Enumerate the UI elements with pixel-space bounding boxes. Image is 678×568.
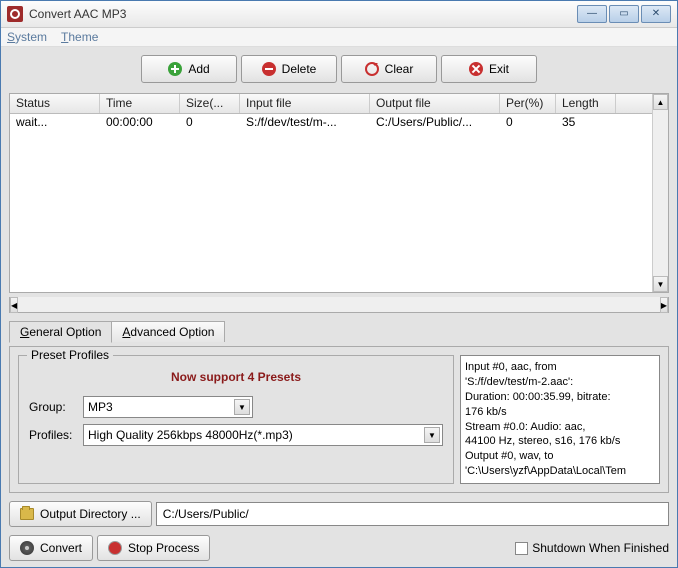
info-line: 'C:\Users\yzf\AppData\Local\Tem [465,464,655,479]
convert-label: Convert [40,541,82,555]
content-area: Add Delete Clear Exit Status Time Size(.… [1,47,677,567]
shutdown-checkbox[interactable]: Shutdown When Finished [515,541,669,555]
delete-label: Delete [282,62,317,76]
cell-size: 0 [180,114,240,132]
convert-button[interactable]: Convert [9,535,93,561]
horizontal-scrollbar[interactable]: ◀ ▶ [9,297,669,313]
col-time[interactable]: Time [100,94,180,113]
preset-legend: Preset Profiles [27,348,113,362]
cell-input: S:/f/dev/test/m-... [240,114,370,132]
group-label: Group: [29,400,79,414]
cell-output: C:/Users/Public/... [370,114,500,132]
window-title: Convert AAC MP3 [29,7,575,21]
tab-general[interactable]: General Option [9,321,112,343]
scroll-up-icon[interactable]: ▲ [653,94,668,110]
exit-button[interactable]: Exit [441,55,537,83]
vertical-scrollbar[interactable]: ▲ ▼ [652,94,668,292]
refresh-icon [365,62,379,76]
checkbox-icon [515,542,528,555]
tab-advanced[interactable]: Advanced Option [111,321,225,342]
tab-content: Preset Profiles Now support 4 Presets Gr… [9,346,669,493]
info-line: 'S:/f/dev/test/m-2.aac': [465,375,655,390]
info-line: Output #0, wav, to [465,449,655,464]
app-icon [7,6,23,22]
profiles-select[interactable]: High Quality 256kbps 48000Hz(*.mp3) ▼ [83,424,443,446]
action-row: Convert Stop Process Shutdown When Finis… [9,535,669,561]
preset-message: Now support 4 Presets [29,370,443,384]
minimize-button[interactable]: — [577,5,607,23]
disc-icon [20,541,34,555]
info-line: 176 kb/s [465,405,655,420]
col-length[interactable]: Length [556,94,616,113]
output-path-value: C:/Users/Public/ [163,507,249,521]
info-line: Input #0, aac, from [465,360,655,375]
titlebar: Convert AAC MP3 — ▭ ✕ [1,1,677,28]
app-window: Convert AAC MP3 — ▭ ✕ System Theme Add D… [0,0,678,568]
clear-label: Clear [385,62,414,76]
shutdown-label: Shutdown When Finished [532,541,669,555]
file-table: Status Time Size(... Input file Output f… [9,93,669,293]
scroll-right-icon[interactable]: ▶ [660,297,668,313]
delete-button[interactable]: Delete [241,55,337,83]
profiles-value: High Quality 256kbps 48000Hz(*.mp3) [88,428,293,442]
stop-label: Stop Process [128,541,199,555]
output-row: Output Directory ... C:/Users/Public/ [9,501,669,527]
scroll-left-icon[interactable]: ◀ [10,297,18,313]
profiles-label: Profiles: [29,428,79,442]
menubar: System Theme [1,28,677,47]
maximize-button[interactable]: ▭ [609,5,639,23]
group-value: MP3 [88,400,113,414]
cell-per: 0 [500,114,556,132]
add-label: Add [188,62,209,76]
x-icon [469,62,483,76]
plus-icon [168,62,182,76]
preset-fieldset: Preset Profiles Now support 4 Presets Gr… [18,355,454,484]
chevron-down-icon: ▼ [424,427,440,443]
cell-time: 00:00:00 [100,114,180,132]
group-select[interactable]: MP3 ▼ [83,396,253,418]
toolbar: Add Delete Clear Exit [9,53,669,89]
output-dir-button[interactable]: Output Directory ... [9,501,152,527]
menu-theme[interactable]: Theme [61,30,98,44]
output-dir-label: Output Directory ... [40,507,141,521]
chevron-down-icon: ▼ [234,399,250,415]
clear-button[interactable]: Clear [341,55,437,83]
media-info: Input #0, aac, from 'S:/f/dev/test/m-2.a… [460,355,660,484]
menu-system[interactable]: System [7,30,47,44]
col-per[interactable]: Per(%) [500,94,556,113]
info-line: 44100 Hz, stereo, s16, 176 kb/s [465,434,655,449]
close-button[interactable]: ✕ [641,5,671,23]
add-button[interactable]: Add [141,55,237,83]
output-path-input[interactable]: C:/Users/Public/ [156,502,669,526]
cell-length: 35 [556,114,616,132]
info-line: Duration: 00:00:35.99, bitrate: [465,390,655,405]
table-row[interactable]: wait... 00:00:00 0 S:/f/dev/test/m-... C… [10,114,652,132]
scroll-down-icon[interactable]: ▼ [653,276,668,292]
cell-status: wait... [10,114,100,132]
exit-label: Exit [489,62,509,76]
minus-icon [262,62,276,76]
scroll-track[interactable] [653,110,668,276]
tabs: General Option Advanced Option [9,321,669,342]
table-header: Status Time Size(... Input file Output f… [10,94,652,114]
window-buttons: — ▭ ✕ [575,5,671,23]
col-input[interactable]: Input file [240,94,370,113]
info-line: Stream #0.0: Audio: aac, [465,420,655,435]
folder-icon [20,508,34,520]
col-output[interactable]: Output file [370,94,500,113]
stop-icon [108,541,122,555]
col-size[interactable]: Size(... [180,94,240,113]
col-status[interactable]: Status [10,94,100,113]
hscroll-track[interactable] [18,297,660,312]
stop-button[interactable]: Stop Process [97,535,210,561]
